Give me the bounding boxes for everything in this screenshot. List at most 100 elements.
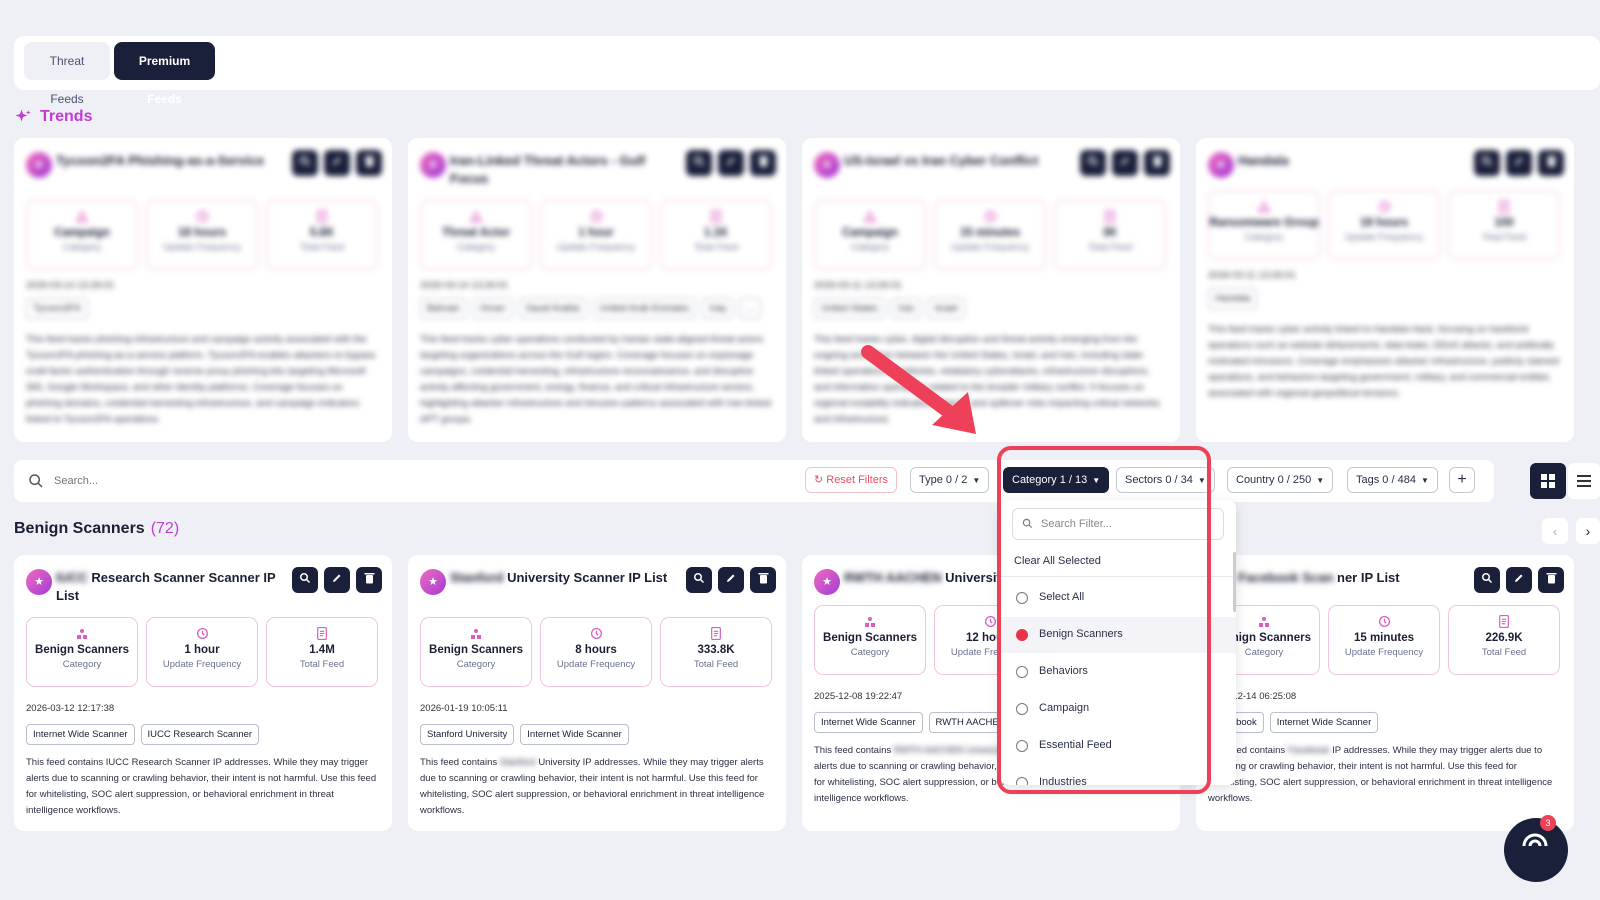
stat-value: 333.8K — [697, 644, 735, 656]
stat-value: Threat Actor — [442, 227, 510, 239]
card-actions — [686, 150, 776, 176]
tag-chip[interactable]: Handala — [1208, 288, 1258, 309]
stat-box: 15 minutes Update Frequency — [1328, 605, 1440, 675]
card-description: This feed contains Stanford University I… — [420, 757, 765, 816]
stat-box: Benign Scanners Category — [420, 617, 532, 687]
edit-button[interactable] — [718, 150, 744, 176]
delete-button[interactable] — [356, 150, 382, 176]
annotation-arrow — [861, 345, 976, 434]
next-page-button[interactable]: › — [1576, 518, 1600, 544]
tag-chip[interactable]: United States — [814, 298, 886, 319]
redacted-name: Facebook Scan — [1238, 570, 1334, 585]
tag-chip[interactable]: Internet Wide Scanner — [814, 712, 923, 733]
stat-value: Campaign — [842, 227, 898, 239]
stat-box: 1 hour Update Frequency — [146, 617, 258, 687]
clock-icon — [541, 627, 651, 641]
tag-chip[interactable]: Israel — [927, 298, 965, 319]
trend-card[interactable]: ★ Iran-Linked Threat Actors - Gulf Focus T… — [408, 138, 786, 442]
card-description: This feed contains IUCC Research Scanner… — [26, 757, 377, 816]
view-button[interactable] — [686, 150, 712, 176]
feed-card[interactable]: ★ Stanford University Scanner IP List Beni… — [408, 555, 786, 831]
delete-button[interactable] — [1538, 150, 1564, 176]
tag-chip[interactable]: Iran — [891, 298, 922, 319]
delete-button[interactable] — [750, 567, 776, 593]
edit-button[interactable] — [1506, 567, 1532, 593]
add-filter-button[interactable]: + — [1449, 467, 1475, 493]
chat-widget-button[interactable] — [1504, 818, 1568, 882]
tag-chip[interactable]: Iraq — [702, 298, 733, 319]
stat-label: Total Feed — [1481, 647, 1527, 658]
tag-chip[interactable]: ... — [738, 298, 761, 319]
type-filter[interactable]: Type 0 / 2 ▼ — [910, 467, 990, 493]
pencil-icon — [1119, 154, 1131, 172]
tag-chip[interactable]: Internet Wide Scanner — [520, 724, 629, 745]
stat-value: 5.6K — [309, 227, 335, 239]
delete-button[interactable] — [356, 567, 382, 593]
grid-view-button[interactable] — [1530, 463, 1566, 499]
tag-list: Internet Wide Scanner IUCC Research Scann… — [26, 724, 260, 745]
redacted-name: Stanford — [450, 570, 504, 585]
delete-button[interactable] — [1144, 150, 1170, 176]
card-actions — [686, 567, 776, 593]
tag-chip[interactable]: Tycoon2FA — [26, 298, 88, 319]
pencil-icon — [725, 154, 737, 172]
prev-page-button[interactable]: ‹ — [1542, 518, 1568, 544]
view-button[interactable] — [292, 150, 318, 176]
edit-button[interactable] — [324, 150, 350, 176]
view-button[interactable] — [1080, 150, 1106, 176]
tag-chip[interactable]: Oman — [472, 298, 513, 319]
stat-box: 333.8K Total Feed — [660, 617, 772, 687]
reset-filters-button[interactable]: ↻ Reset Filters — [805, 467, 898, 493]
tags-filter[interactable]: Tags 0 / 484 ▼ — [1347, 467, 1438, 493]
feed-card[interactable]: ★Facebook Scan ner IP ListBenign Scanner… — [1196, 555, 1574, 831]
chevron-right-icon: › — [1585, 523, 1591, 539]
country-filter[interactable]: Country 0 / 250 ▼ — [1227, 467, 1334, 493]
edit-button[interactable] — [1506, 150, 1532, 176]
edit-button[interactable] — [718, 567, 744, 593]
tag-chip[interactable]: Stanford University — [420, 724, 515, 745]
trend-card[interactable]: ★ Handala Ransomware Group Category 18 hours… — [1196, 138, 1574, 442]
stat-value: 15 minutes — [959, 227, 1021, 239]
tag-chip[interactable]: Internet Wide Scanner — [26, 724, 135, 745]
edit-button[interactable] — [1112, 150, 1138, 176]
tag-chip[interactable]: Saudi Arabia — [518, 298, 587, 319]
card-actions — [1080, 150, 1170, 176]
redacted-name: RWTH AACHEN — [844, 570, 942, 585]
edit-button[interactable] — [324, 567, 350, 593]
card-title: Iran-Linked Threat Actors - Gulf Focus — [450, 153, 646, 186]
delete-button[interactable] — [750, 150, 776, 176]
feed-card[interactable]: ★ IUCC Research Scanner Scanner IP List Be… — [14, 555, 392, 831]
trash-icon — [1546, 154, 1557, 172]
chevron-down-icon: ▼ — [972, 476, 981, 485]
tag-chip[interactable]: Bahrain — [420, 298, 467, 319]
delete-button[interactable] — [1538, 567, 1564, 593]
category-icon — [1209, 200, 1319, 214]
trend-card[interactable]: ★ Tycoon2FA Phishing-as-a-Service Campaign… — [14, 138, 392, 442]
card-title: Handala — [1238, 153, 1289, 168]
view-button[interactable] — [1474, 567, 1500, 593]
tab-premium-feeds[interactable]: Premium Feeds — [114, 42, 215, 106]
tag-list: Bahrain Oman Saudi Arabia United Arab Emira… — [420, 298, 761, 319]
tag-chip[interactable]: Internet Wide Scanner — [1269, 712, 1379, 733]
stat-value: 18 hours — [178, 227, 226, 239]
tag-chip[interactable]: IUCC Research Scanner — [140, 724, 260, 745]
view-button[interactable] — [686, 567, 712, 593]
pencil-icon — [1513, 154, 1525, 172]
tag-list: Handala — [1208, 288, 1258, 309]
view-button[interactable] — [292, 567, 318, 593]
tag-chip[interactable]: United Arab Emirates — [592, 298, 697, 319]
card-description: This feed tracks phishing infrastructure… — [26, 334, 376, 425]
view-button[interactable] — [1474, 150, 1500, 176]
stat-value: Benign Scanners — [35, 644, 129, 656]
stat-box: 15 minutes Update Frequency — [934, 200, 1046, 270]
tab-threat-feeds[interactable]: Threat Feeds — [24, 42, 110, 106]
feed-avatar: ★ — [814, 569, 840, 595]
dropdown-scrollbar[interactable] — [1233, 552, 1236, 612]
list-view-button[interactable] — [1568, 463, 1600, 499]
clock-icon — [147, 210, 257, 224]
trash-icon — [758, 154, 769, 172]
stat-value: 1 hour — [578, 227, 614, 239]
search-input[interactable] — [54, 469, 754, 493]
stat-box: 18 hours Update Frequency — [146, 200, 258, 270]
feed-avatar: ★ — [26, 152, 52, 178]
